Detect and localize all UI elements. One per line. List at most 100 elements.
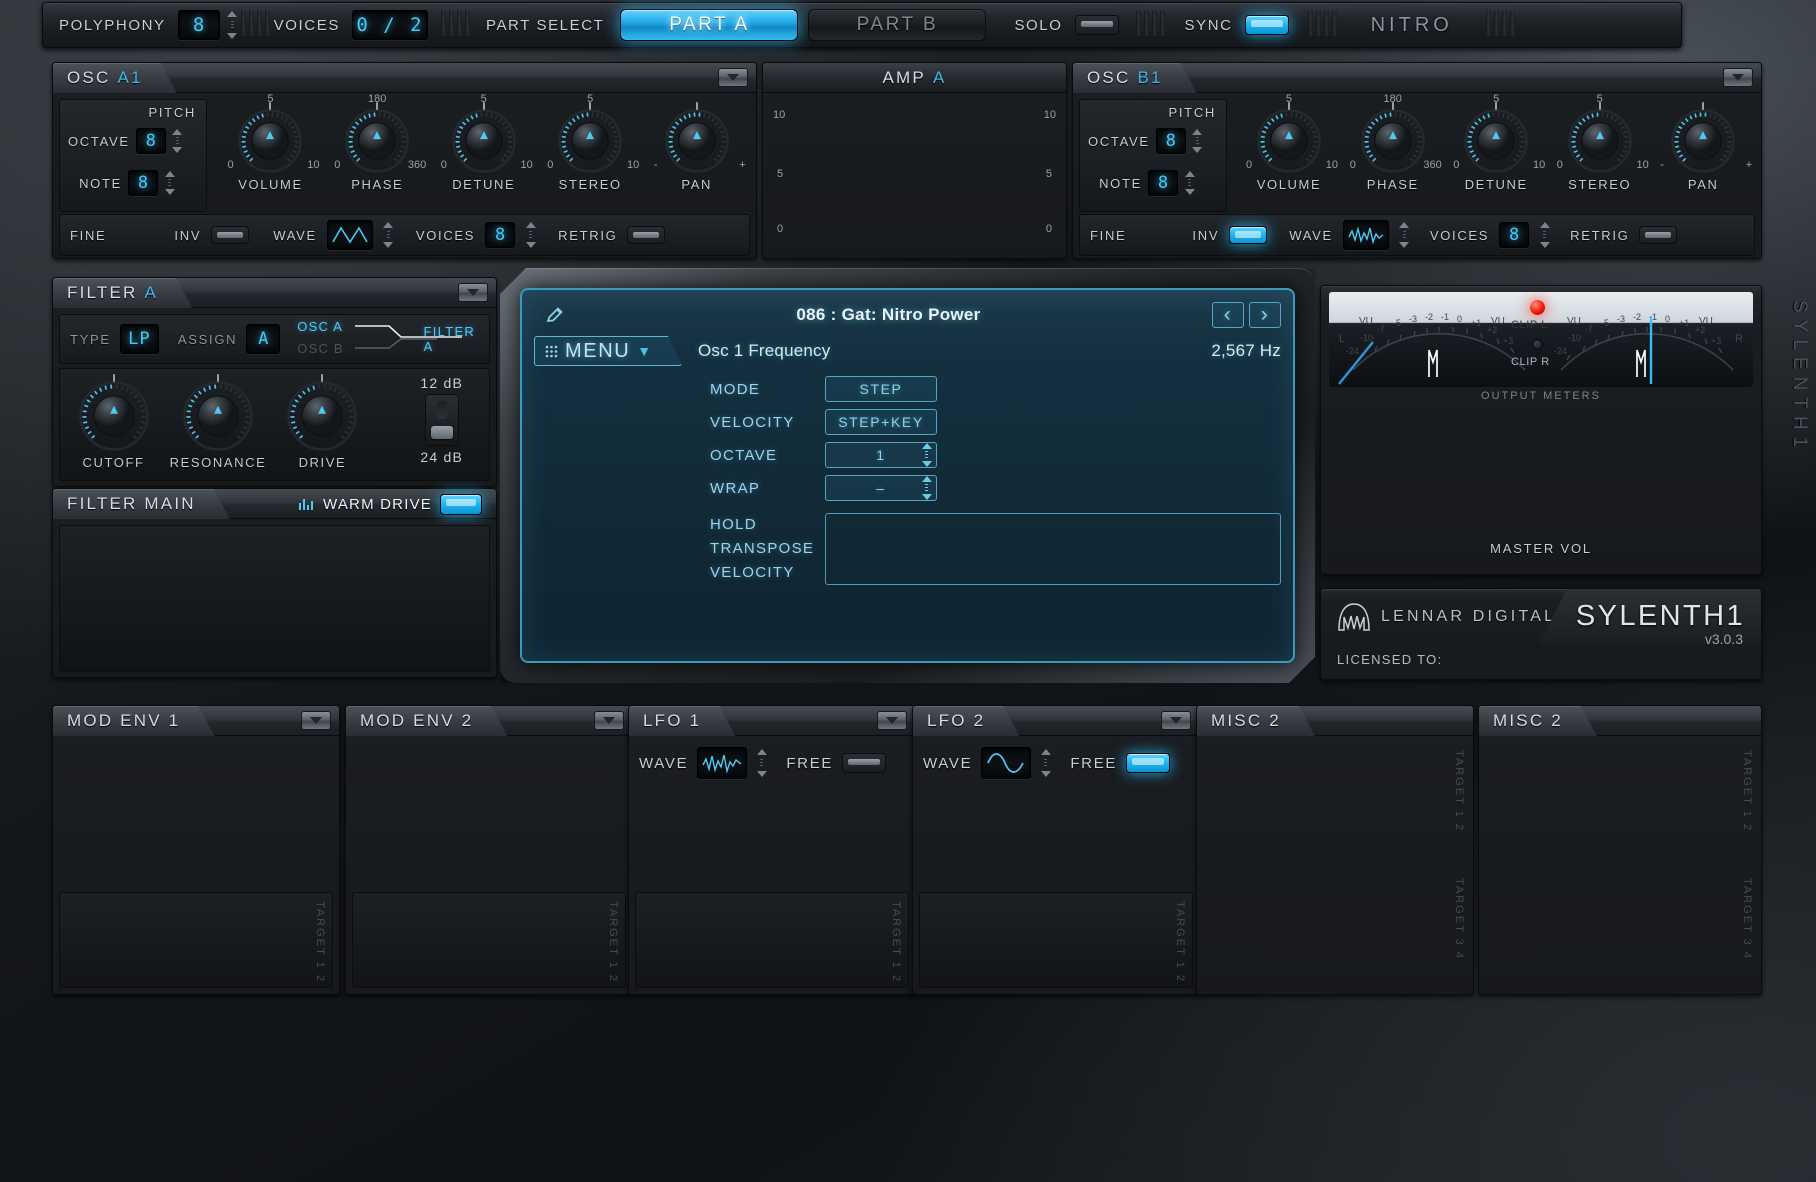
osc-b1-note-value[interactable]: 8 bbox=[1148, 170, 1178, 196]
arp-wrap-stepper[interactable] bbox=[921, 476, 932, 500]
osc-a1-octave-stepper[interactable] bbox=[172, 129, 183, 153]
sync-toggle[interactable] bbox=[1245, 15, 1289, 35]
osc-a1-octave-value[interactable]: 8 bbox=[136, 128, 166, 154]
lfo-1-wave-display[interactable] bbox=[697, 747, 747, 779]
mod-env-1-target-area: TARGET 1 2 bbox=[59, 892, 333, 988]
osc-a1-voices-stepper[interactable] bbox=[525, 222, 536, 248]
mod-env-1-expand-button[interactable] bbox=[301, 711, 331, 730]
osc-b1-voices-value[interactable]: 8 bbox=[1499, 222, 1529, 248]
knob-control[interactable]: 1800360 bbox=[345, 109, 409, 173]
knob-control[interactable]: 5010 bbox=[238, 109, 302, 173]
arp-panel: MODE STEP VELOCITY STEP+KEY OCTAVE 1 bbox=[710, 374, 1281, 585]
filter-a-type-value[interactable]: LP bbox=[120, 324, 159, 354]
osc-a1-inv-toggle[interactable] bbox=[211, 226, 249, 244]
knob-control[interactable]: -+ bbox=[665, 109, 729, 173]
preset-prev-button[interactable]: ‹ bbox=[1212, 302, 1244, 328]
filter-main-tab[interactable]: FILTER MAIN bbox=[53, 489, 230, 519]
knob-control[interactable]: 5010 bbox=[1568, 109, 1632, 173]
osc-a1-expand-button[interactable] bbox=[718, 68, 748, 87]
osc-b1-expand-button[interactable] bbox=[1723, 68, 1753, 87]
polyphony-value[interactable]: 8 bbox=[178, 10, 220, 40]
knob-control[interactable]: 5010 bbox=[452, 109, 516, 173]
osc-b1-octave-stepper[interactable] bbox=[1192, 129, 1203, 153]
osc-b1-note-stepper[interactable] bbox=[1184, 171, 1195, 195]
pencil-icon[interactable] bbox=[545, 305, 565, 325]
osc-a1-retrig-toggle[interactable] bbox=[627, 226, 665, 244]
knob-graphic bbox=[1464, 109, 1528, 173]
solo-toggle[interactable] bbox=[1075, 15, 1119, 35]
warm-drive-toggle[interactable] bbox=[440, 494, 482, 515]
knob-max-scale: 10 bbox=[520, 159, 532, 171]
filter-a-slope-switch[interactable] bbox=[425, 394, 459, 446]
preset-next-button[interactable]: › bbox=[1249, 302, 1281, 328]
arp-octave-stepper[interactable] bbox=[921, 443, 932, 467]
osc-b1-tab[interactable]: OSC B1 bbox=[1073, 63, 1197, 93]
osc-a1-voices-value[interactable]: 8 bbox=[485, 222, 515, 248]
arp-velocity-label: VELOCITY bbox=[710, 414, 825, 431]
osc-a1-wave-stepper[interactable] bbox=[383, 222, 394, 248]
knob-control[interactable]: 1800360 bbox=[1361, 109, 1425, 173]
osc-b1-wave-display[interactable] bbox=[1343, 220, 1389, 250]
lfo-2-free-toggle[interactable] bbox=[1126, 753, 1170, 773]
arp-mode-value[interactable]: STEP bbox=[825, 376, 937, 402]
lfo-2-tab[interactable]: LFO 2 bbox=[913, 706, 1019, 736]
osc-b1-retrig-toggle[interactable] bbox=[1639, 226, 1677, 244]
osc-b1-voices-stepper[interactable] bbox=[1539, 222, 1550, 248]
mod-env-2-expand-button[interactable] bbox=[594, 711, 624, 730]
osc-b1-voices-label: VOICES bbox=[1430, 228, 1489, 243]
osc-a1-wave-display[interactable] bbox=[327, 220, 373, 250]
lennar-digital-logo-icon bbox=[1337, 602, 1371, 632]
filter-a-tab[interactable]: FILTER A bbox=[53, 278, 192, 308]
osc-b1-inv-toggle[interactable] bbox=[1229, 226, 1267, 244]
knob-control[interactable]: 5010 bbox=[558, 109, 622, 173]
knob-phase: 1800360PHASE bbox=[1361, 109, 1425, 192]
version-label: v3.0.3 bbox=[1705, 631, 1743, 647]
knob-control[interactable] bbox=[79, 381, 149, 451]
osc-b1-title: OSC bbox=[1087, 68, 1130, 88]
svg-text:+1: +1 bbox=[1679, 318, 1689, 328]
triangle-wave-icon bbox=[331, 225, 369, 245]
knob-control[interactable]: 5010 bbox=[1257, 109, 1321, 173]
misc-left-target-label-1: TARGET 1 2 bbox=[1453, 750, 1465, 832]
osc-a1-note-stepper[interactable] bbox=[164, 171, 175, 195]
part-a-button[interactable]: PART A bbox=[620, 9, 798, 41]
lfo-1-free-toggle[interactable] bbox=[842, 753, 886, 773]
polyphony-stepper[interactable] bbox=[227, 11, 238, 39]
lfo-1-tab[interactable]: LFO 1 bbox=[629, 706, 735, 736]
osc-b1-wave-stepper[interactable] bbox=[1399, 222, 1410, 248]
osc-a1-fine-knob[interactable] bbox=[116, 218, 150, 252]
knob-control[interactable] bbox=[183, 381, 253, 451]
mod-env-1-tab[interactable]: MOD ENV 1 bbox=[53, 706, 214, 736]
knob-control[interactable]: 5010 bbox=[1464, 109, 1528, 173]
lfo-2-wave-stepper[interactable] bbox=[1040, 749, 1051, 777]
knob-graphic bbox=[345, 109, 409, 173]
lfo-2-wave-label: WAVE bbox=[923, 755, 972, 772]
lfo-2-expand-button[interactable] bbox=[1161, 711, 1191, 730]
knob-center-tick bbox=[217, 374, 219, 382]
filter-a-assign-value[interactable]: A bbox=[246, 324, 280, 354]
osc-a1-tab[interactable]: OSC A1 bbox=[53, 63, 177, 93]
lfo-2-wave-display[interactable] bbox=[981, 747, 1031, 779]
menu-button[interactable]: MENU ▼ bbox=[534, 336, 682, 366]
lfo-1-expand-button[interactable] bbox=[877, 711, 907, 730]
knob-max-scale: 10 bbox=[307, 159, 319, 171]
knob-detune: 5010DETUNE bbox=[1464, 109, 1528, 192]
lfo-1-wave-stepper[interactable] bbox=[756, 749, 767, 777]
mod-env-2-tab[interactable]: MOD ENV 2 bbox=[346, 706, 507, 736]
clip-l-led bbox=[1530, 300, 1545, 315]
osc-b1-fine-knob[interactable] bbox=[1136, 218, 1170, 252]
filter-a-type-label: TYPE bbox=[70, 332, 111, 347]
osc-a1-note-value[interactable]: 8 bbox=[128, 170, 158, 196]
filter-a-expand-button[interactable] bbox=[458, 283, 488, 302]
osc-b1-octave-value[interactable]: 8 bbox=[1156, 128, 1186, 154]
knob-control[interactable]: -+ bbox=[1671, 109, 1735, 173]
part-b-button[interactable]: PART B bbox=[808, 9, 986, 41]
osc-b1-titlebar: OSC B1 bbox=[1073, 63, 1761, 93]
clip-r-label: CLIP R bbox=[1511, 356, 1550, 368]
misc-left-tab[interactable]: MISC 2 bbox=[1197, 706, 1315, 736]
svg-text:-2: -2 bbox=[1633, 312, 1641, 322]
knob-control[interactable] bbox=[287, 381, 357, 451]
arp-velocity-value[interactable]: STEP+KEY bbox=[825, 409, 937, 435]
misc-right-tab[interactable]: MISC 2 bbox=[1479, 706, 1597, 736]
knob-min-scale: 0 bbox=[1453, 159, 1459, 171]
